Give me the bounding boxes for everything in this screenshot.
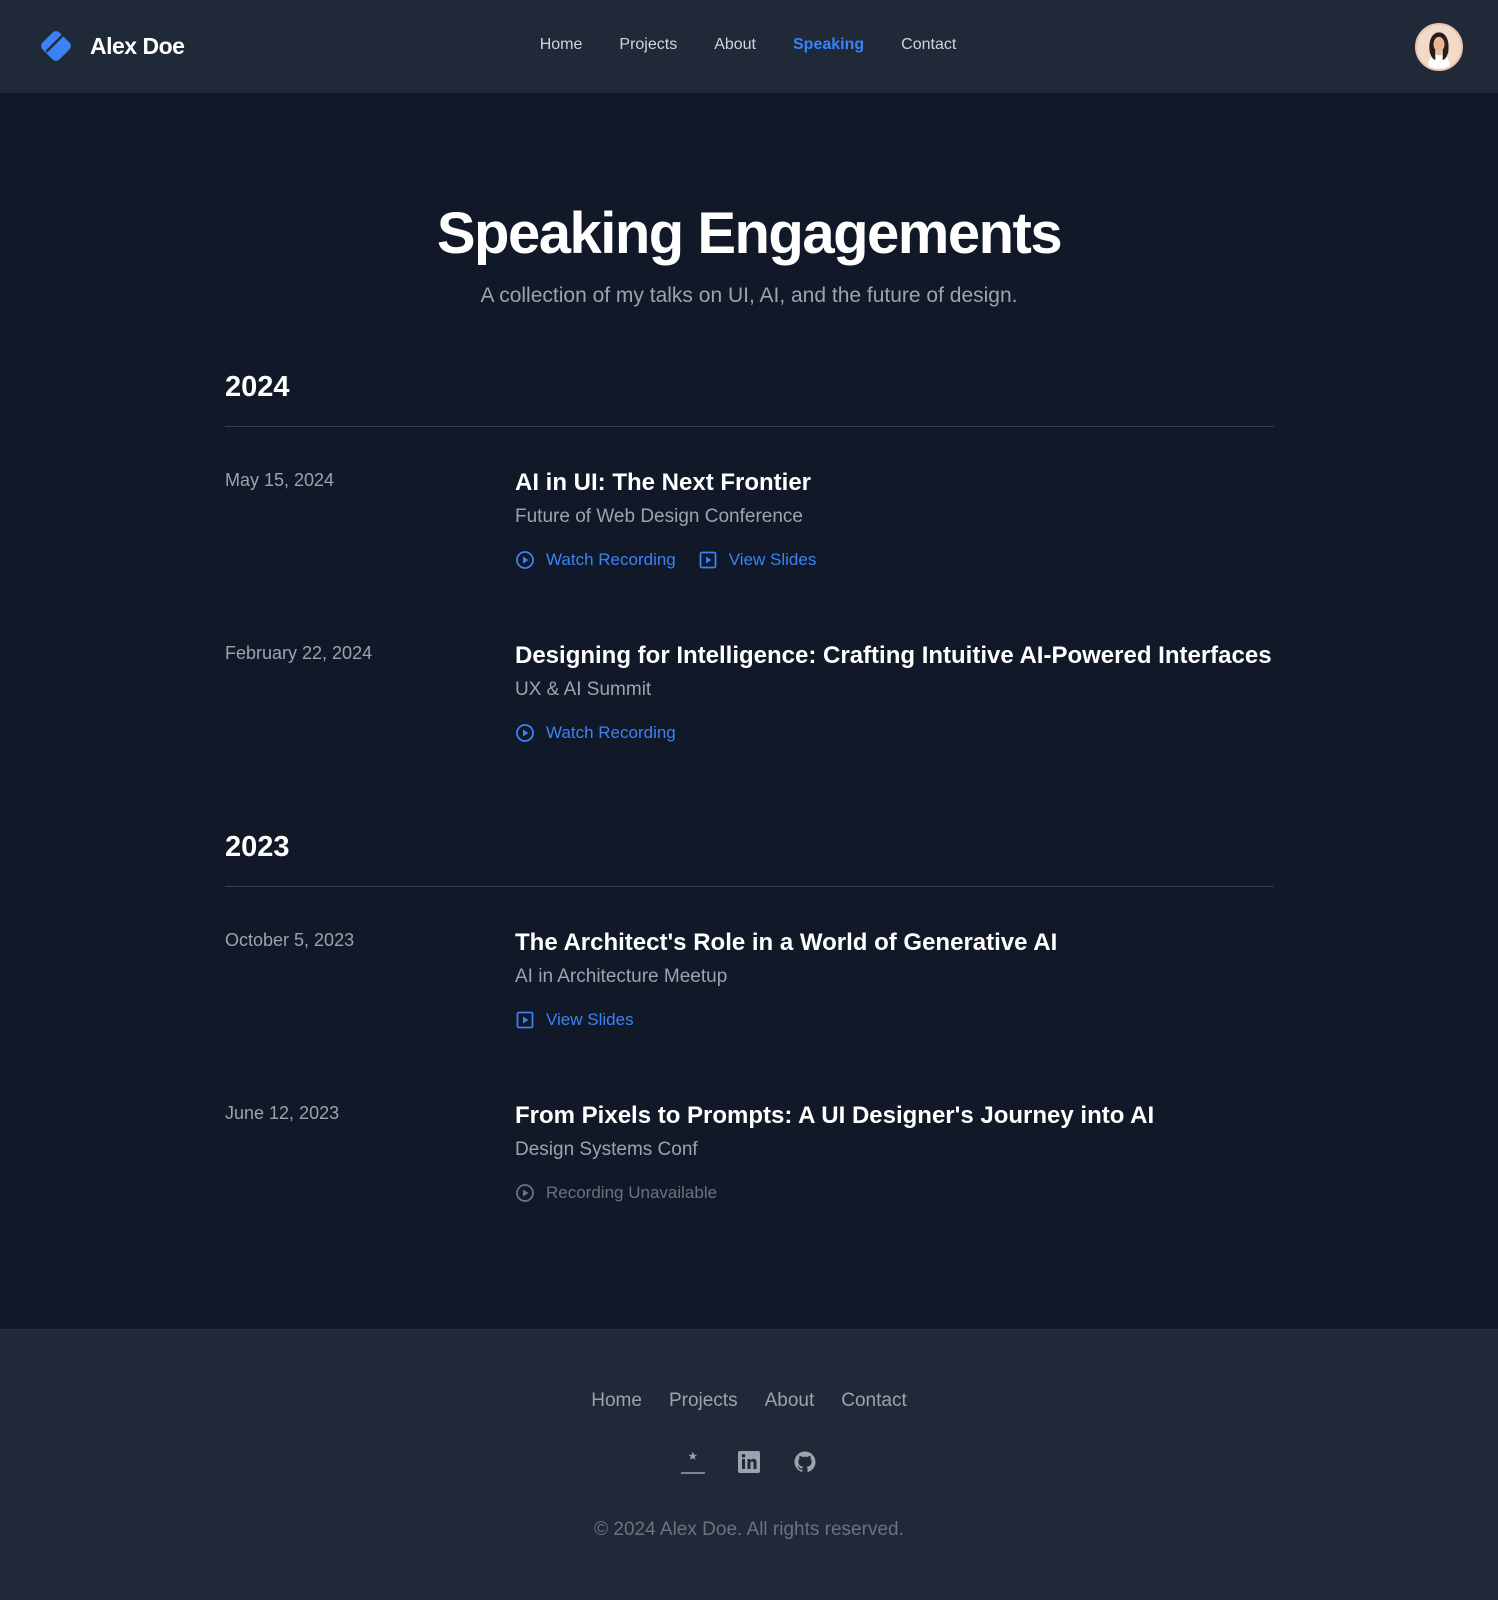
view-slides-link[interactable]: View Slides — [698, 550, 817, 570]
play-circle-icon — [516, 724, 534, 742]
linkedin-icon[interactable] — [737, 1450, 761, 1474]
talk-event: UX & AI Summit — [515, 679, 652, 700]
nav-item-projects[interactable]: Projects — [619, 36, 677, 54]
view-slides-link[interactable]: View Slides — [515, 1010, 634, 1030]
main-nav: Home Projects About Speaking Contact — [0, 36, 1498, 54]
watch-recording-label: Watch Recording — [546, 550, 676, 569]
page-title: Speaking Engagements — [436, 201, 1063, 266]
talk-title: The Architect's Role in a World of Gener… — [515, 929, 1058, 956]
social-links — [0, 1450, 1498, 1474]
nav-item-about[interactable]: About — [714, 36, 756, 54]
play-circle-icon — [516, 1184, 534, 1202]
nav-item-home[interactable]: Home — [540, 36, 583, 54]
view-slides-label: View Slides — [728, 550, 817, 569]
footer-link-home[interactable]: Home — [591, 1390, 642, 1412]
watch-recording-link[interactable]: Watch Recording — [515, 550, 676, 570]
talk-event: Design Systems Conf — [515, 1139, 698, 1160]
avatar[interactable] — [1415, 23, 1463, 71]
footer-link-about[interactable]: About — [765, 1390, 815, 1412]
site-footer: Home Projects About Contact © 2024 Alex … — [0, 1329, 1498, 1600]
talk-date: October 5, 2023 — [225, 930, 355, 950]
talk-date: February 22, 2024 — [225, 643, 373, 663]
talk-event: Future of Web Design Conference — [515, 506, 803, 527]
copyright: © 2024 Alex Doe. All rights reserved. — [594, 1519, 904, 1540]
slides-icon — [516, 1011, 534, 1029]
page-subtitle: A collection of my talks on UI, AI, and … — [480, 284, 1018, 307]
watch-recording-link[interactable]: Watch Recording — [515, 723, 676, 743]
nav-item-contact[interactable]: Contact — [901, 36, 956, 54]
nav-item-speaking[interactable]: Speaking — [793, 36, 864, 54]
talk-date: May 15, 2024 — [225, 470, 335, 490]
year-divider — [225, 886, 1274, 887]
year-heading-2024: 2024 — [225, 371, 290, 403]
year-heading-2023: 2023 — [225, 831, 290, 863]
avatar-portrait-icon — [1417, 25, 1461, 69]
footer-link-projects[interactable]: Projects — [669, 1390, 738, 1412]
footer-link-contact[interactable]: Contact — [841, 1390, 906, 1412]
recording-unavailable: Recording Unavailable — [515, 1183, 717, 1203]
play-circle-icon — [516, 551, 534, 569]
slides-icon — [699, 551, 717, 569]
site-header: Alex Doe Home Projects About Speaking Co… — [0, 0, 1498, 93]
talk-event: AI in Architecture Meetup — [515, 966, 728, 987]
year-divider — [225, 426, 1274, 427]
talk-date: June 12, 2023 — [225, 1103, 340, 1123]
watch-recording-label: Watch Recording — [546, 723, 676, 742]
view-slides-label: View Slides — [546, 1010, 634, 1029]
talk-title: AI in UI: The Next Frontier — [515, 469, 812, 496]
dribbble-icon[interactable] — [681, 1450, 705, 1474]
github-icon[interactable] — [793, 1450, 817, 1474]
footer-nav: Home Projects About Contact — [0, 1390, 1498, 1412]
recording-unavailable-label: Recording Unavailable — [546, 1183, 718, 1202]
talk-title: From Pixels to Prompts: A UI Designer's … — [515, 1102, 1155, 1129]
talk-title: Designing for Intelligence: Crafting Int… — [515, 642, 1272, 669]
